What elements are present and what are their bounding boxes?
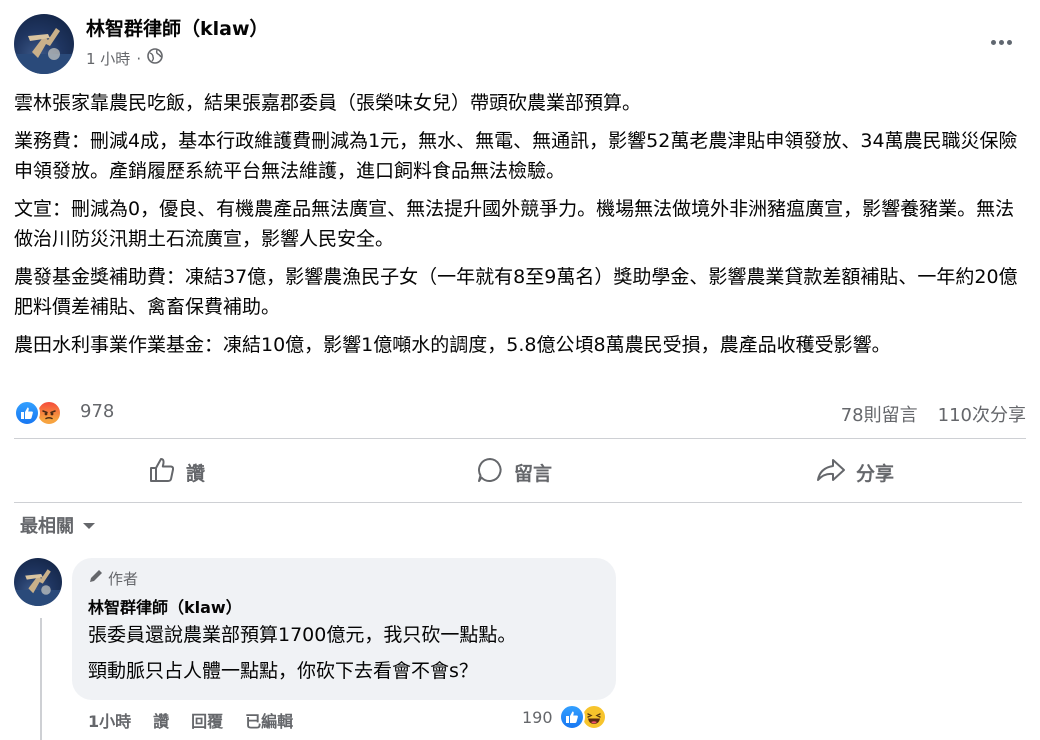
- shares-count[interactable]: 110次分享: [938, 401, 1026, 427]
- avatar-image: [14, 569, 62, 606]
- post-paragraph: 文宣：刪減為0，優良、有機農產品無法廣宣、無法提升國外競爭力。機場無法做境外非洲…: [14, 198, 1015, 250]
- comment-author-name[interactable]: 林智群律師（klaw）: [88, 597, 600, 619]
- author-tag: 作者: [88, 568, 600, 589]
- avatar-image: [14, 28, 74, 74]
- post-meta: 1 小時 ·: [86, 48, 163, 69]
- meta-separator: ·: [136, 49, 142, 68]
- comment-like-button[interactable]: 讚: [153, 708, 169, 732]
- filter-label: 最相關: [20, 516, 74, 537]
- commenter-avatar[interactable]: [14, 558, 62, 606]
- post-paragraph: 農發基金獎補助費：凍結37億，影響農漁民子女（一年就有8至9萬名）獎助學金、影響…: [14, 266, 1018, 318]
- post-paragraph: 雲林張家靠農民吃飯，結果張嘉郡委員（張榮味女兒）帶頭砍農業部預算。: [14, 92, 642, 114]
- author-tag-label: 作者: [108, 569, 139, 588]
- post-stats: 78則留言 110次分享: [841, 401, 1026, 427]
- like-button[interactable]: 讚: [148, 452, 205, 492]
- comment-bubble-icon: [476, 456, 504, 489]
- reactions-summary: 978 78則留言 110次分享: [14, 398, 1026, 430]
- post-body: 雲林張家靠農民吃飯，結果張嘉郡委員（張榮味女兒）帶頭砍農業部預算。 業務費：刪減…: [14, 88, 1024, 368]
- comment-reactions[interactable]: 190: [522, 704, 607, 730]
- comment-bubble: 作者 林智群律師（klaw） 張委員還說農業部預算1700億元，我只砍一點點。 …: [72, 558, 616, 700]
- comment-text-line: 張委員還說農業部預算1700億元，我只砍一點點。: [88, 624, 517, 646]
- post-time[interactable]: 1 小時: [86, 49, 130, 69]
- like-icon: [14, 400, 40, 426]
- caret-down-icon: [82, 515, 96, 536]
- reaction-count[interactable]: 978: [80, 401, 114, 422]
- share-label: 分享: [856, 462, 895, 485]
- globe-icon[interactable]: [147, 48, 163, 69]
- post-paragraph: 業務費：刪減4成，基本行政維護費刪減為1元，無水、無電、無通訊，影響52萬老農津…: [14, 130, 1018, 182]
- comment-actions: 1小時 讚 回覆 已編輯: [88, 708, 293, 732]
- like-icon: [558, 704, 585, 730]
- comment-reaction-icons: [558, 704, 607, 730]
- thumbs-up-icon: [148, 456, 176, 489]
- share-arrow-icon: [816, 456, 846, 489]
- thread-line: [40, 618, 42, 740]
- post-author-name[interactable]: 林智群律師（klaw）: [86, 16, 269, 42]
- author-avatar[interactable]: [14, 14, 74, 74]
- comments-filter-dropdown[interactable]: 最相關: [20, 512, 96, 538]
- comment-reaction-count: 190: [522, 707, 553, 727]
- post-paragraph: 農田水利事業作業基金：凍結10億，影響1億噸水的調度，5.8億公頃8萬農民受損，…: [14, 334, 891, 356]
- divider: [14, 502, 1022, 503]
- comments-count[interactable]: 78則留言: [841, 401, 918, 427]
- reaction-icons[interactable]: [14, 400, 62, 426]
- like-label: 讚: [186, 462, 206, 485]
- share-button[interactable]: 分享: [816, 452, 894, 492]
- comment-edited-label[interactable]: 已編輯: [245, 708, 293, 732]
- comment-time[interactable]: 1小時: [88, 708, 131, 732]
- comment-text-line: 頸動脈只占人體一點點，你砍下去看會不會s？: [88, 660, 478, 682]
- more-options-icon[interactable]: [986, 30, 1016, 54]
- comment-label: 留言: [514, 462, 553, 485]
- divider: [14, 438, 1026, 439]
- comment-button[interactable]: 留言: [476, 452, 552, 492]
- comment-reply-button[interactable]: 回覆: [191, 708, 223, 732]
- pencil-icon: [88, 568, 104, 589]
